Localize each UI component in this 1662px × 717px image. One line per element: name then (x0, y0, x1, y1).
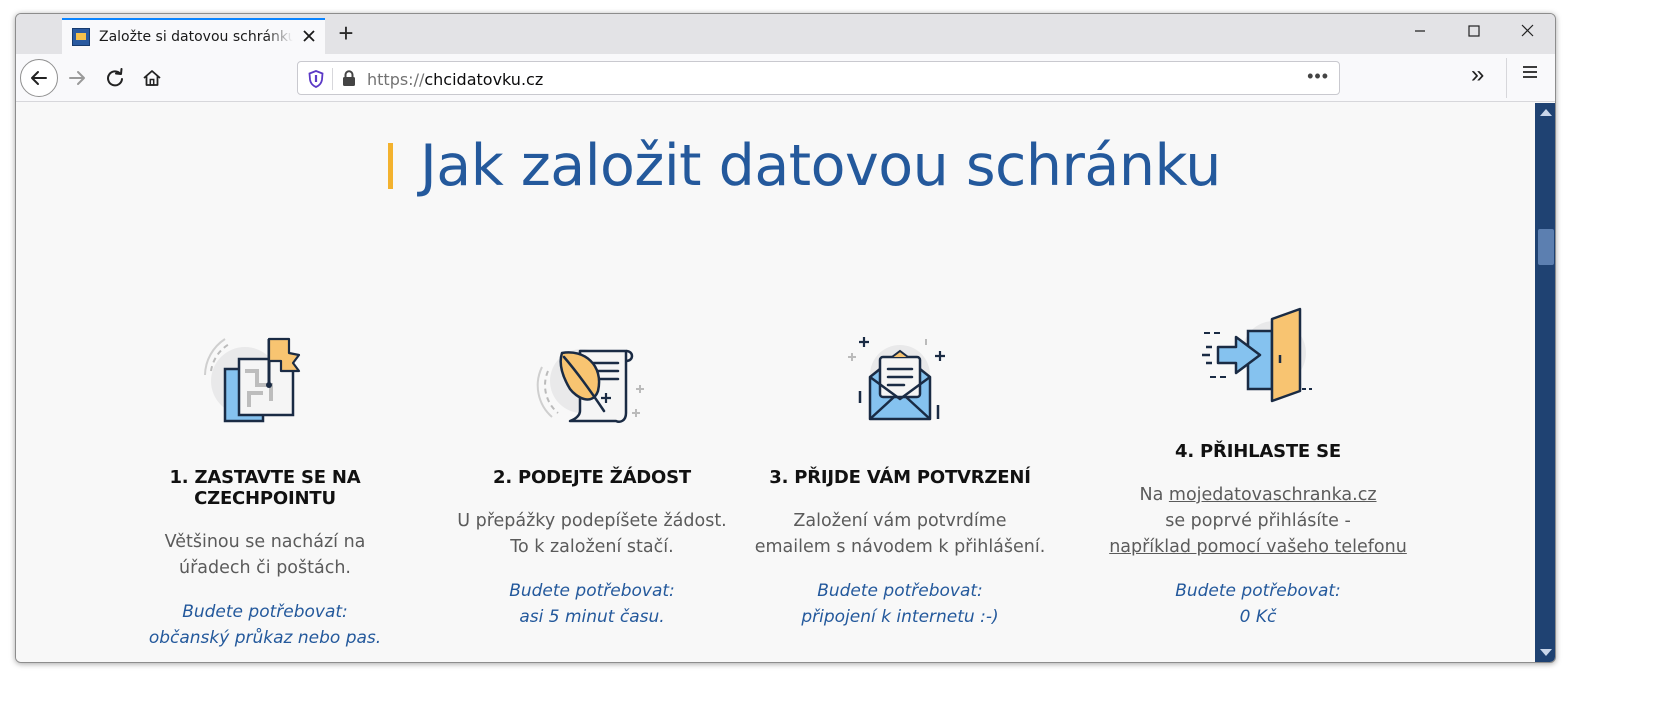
step-2-text: U přepážky podepíšete žádost. To k založ… (427, 508, 757, 560)
step-3-text-line2: emailem s návodem k přihlášení. (754, 537, 1046, 557)
new-tab-button[interactable]: + (334, 20, 358, 46)
heading-wrap: Jak založit datovou schránku (388, 133, 1221, 199)
toolbar-divider (1506, 58, 1507, 98)
url-text[interactable]: https://chcidatovku.cz (367, 70, 543, 89)
step-4-text-prefix: Na (1139, 485, 1164, 505)
step-4-text-line3: například pomocí vašeho telefonu (1093, 534, 1423, 560)
address-bar-divider (332, 68, 333, 90)
step-1-need: Budete potřebovat: občanský průkaz nebo … (100, 599, 430, 651)
step-2: 2. PODEJTE ŽÁDOST U přepážky podepíšete … (427, 331, 757, 630)
step-1-text-line1: Většinou se nachází na (164, 532, 366, 552)
page-actions-more-icon[interactable]: ••• (1307, 66, 1329, 87)
step-4-text: Na mojedatovaschranka.cz se poprvé přihl… (1093, 482, 1423, 560)
envelope-letter-icon (848, 337, 945, 421)
step-2-text-line1: U přepážky podepíšete žádost. (457, 511, 727, 531)
reload-button[interactable] (99, 62, 131, 94)
reload-icon (107, 68, 123, 87)
forward-button[interactable] (61, 62, 93, 94)
tab-close-icon[interactable] (299, 27, 319, 47)
step-2-need-value: asi 5 minut času. (519, 607, 665, 627)
url-host: chcidatovku.cz (424, 70, 544, 89)
step-3-text: Založení vám potvrdíme emailem s návodem… (735, 508, 1065, 560)
quill-scroll-icon (536, 349, 644, 423)
page-content: Jak založit datovou schránku 1. ZASTAVTE… (16, 103, 1535, 662)
step-1-text-line2: úřadech či poštách. (178, 558, 351, 578)
step-1-need-label: Budete potřebovat: (182, 602, 348, 622)
step-3-need-value: připojení k internetu :-) (801, 607, 999, 627)
step-1-need-value: občanský průkaz nebo pas. (148, 628, 382, 648)
door-login-icon (1202, 307, 1312, 403)
step-3-title: 3. PŘIJDE VÁM POTVRZENÍ (769, 467, 1031, 488)
page-scrollbar[interactable] (1535, 103, 1555, 662)
back-arrow-icon (31, 71, 47, 85)
step-4-text-line2: se poprvé přihlásíte - (1165, 511, 1351, 531)
flag-map-icon (204, 337, 301, 423)
step-3-need-label: Budete potřebovat: (817, 581, 983, 601)
tracking-protection-shield-icon[interactable] (308, 70, 324, 88)
step-2-text-line2: To k založení stačí. (510, 537, 674, 557)
hamburger-menu-icon[interactable] (1522, 64, 1538, 85)
url-protocol: https:// (367, 70, 425, 89)
navigation-toolbar: https://chcidatovku.cz ••• » (16, 54, 1555, 102)
scrollbar-thumb[interactable] (1538, 229, 1554, 265)
forward-arrow-icon (69, 71, 85, 85)
home-icon (143, 70, 161, 86)
maximize-window-icon[interactable] (1464, 23, 1484, 43)
address-bar[interactable]: https://chcidatovku.cz ••• (297, 61, 1340, 95)
step-3: 3. PŘIJDE VÁM POTVRZENÍ Založení vám pot… (735, 331, 1065, 630)
step-1-title: 1. ZASTAVTE SE NA CZECHPOINTU (169, 467, 361, 509)
minimize-window-icon[interactable] (1410, 23, 1430, 43)
step-4-title: 4. PŘIHLASTE SE (1175, 441, 1341, 462)
step-2-need-label: Budete potřebovat: (509, 581, 675, 601)
page-title: Jak založit datovou schránku (420, 133, 1221, 199)
site-favicon-icon (72, 28, 90, 46)
step-2-need: Budete potřebovat: asi 5 minut času. (427, 578, 757, 630)
step-3-need: Budete potřebovat: připojení k internetu… (735, 578, 1065, 630)
phone-login-link[interactable]: například pomocí vašeho telefonu (1109, 537, 1407, 557)
step-4-need-value: 0 Kč (1239, 607, 1277, 627)
active-tab[interactable]: Založte si datovou schránku - chcidatovk… (62, 18, 325, 54)
toolbar-overflow-icon[interactable]: » (1471, 61, 1484, 89)
step-1-text: Většinou se nachází na úřadech či poštác… (100, 529, 430, 581)
tab-title: Založte si datovou schránku - chcidatovk… (99, 29, 293, 45)
mojedatovaschranka-link[interactable]: mojedatovaschranka.cz (1169, 485, 1377, 505)
step-4-text-line1: Na mojedatovaschranka.cz (1093, 482, 1423, 508)
back-button[interactable] (20, 59, 58, 97)
step-4-need-label: Budete potřebovat: (1175, 581, 1341, 601)
heading-accent-bar (388, 143, 393, 189)
close-window-icon[interactable] (1517, 23, 1537, 43)
home-button[interactable] (136, 62, 168, 94)
step-1: 1. ZASTAVTE SE NA CZECHPOINTU Většinou s… (100, 331, 430, 651)
scroll-up-arrow-icon[interactable] (1540, 109, 1552, 116)
step-3-text-line1: Založení vám potvrdíme (793, 511, 1007, 531)
browser-window: Založte si datovou schránku - chcidatovk… (15, 13, 1556, 663)
step-2-title: 2. PODEJTE ŽÁDOST (493, 467, 691, 488)
padlock-icon[interactable] (342, 70, 356, 87)
step-4-need: Budete potřebovat: 0 Kč (1093, 578, 1423, 630)
step-4: 4. PŘIHLASTE SE Na mojedatovaschranka.cz… (1093, 305, 1423, 630)
tab-bar: Založte si datovou schránku - chcidatovk… (16, 14, 1555, 54)
scroll-down-arrow-icon[interactable] (1540, 649, 1552, 656)
